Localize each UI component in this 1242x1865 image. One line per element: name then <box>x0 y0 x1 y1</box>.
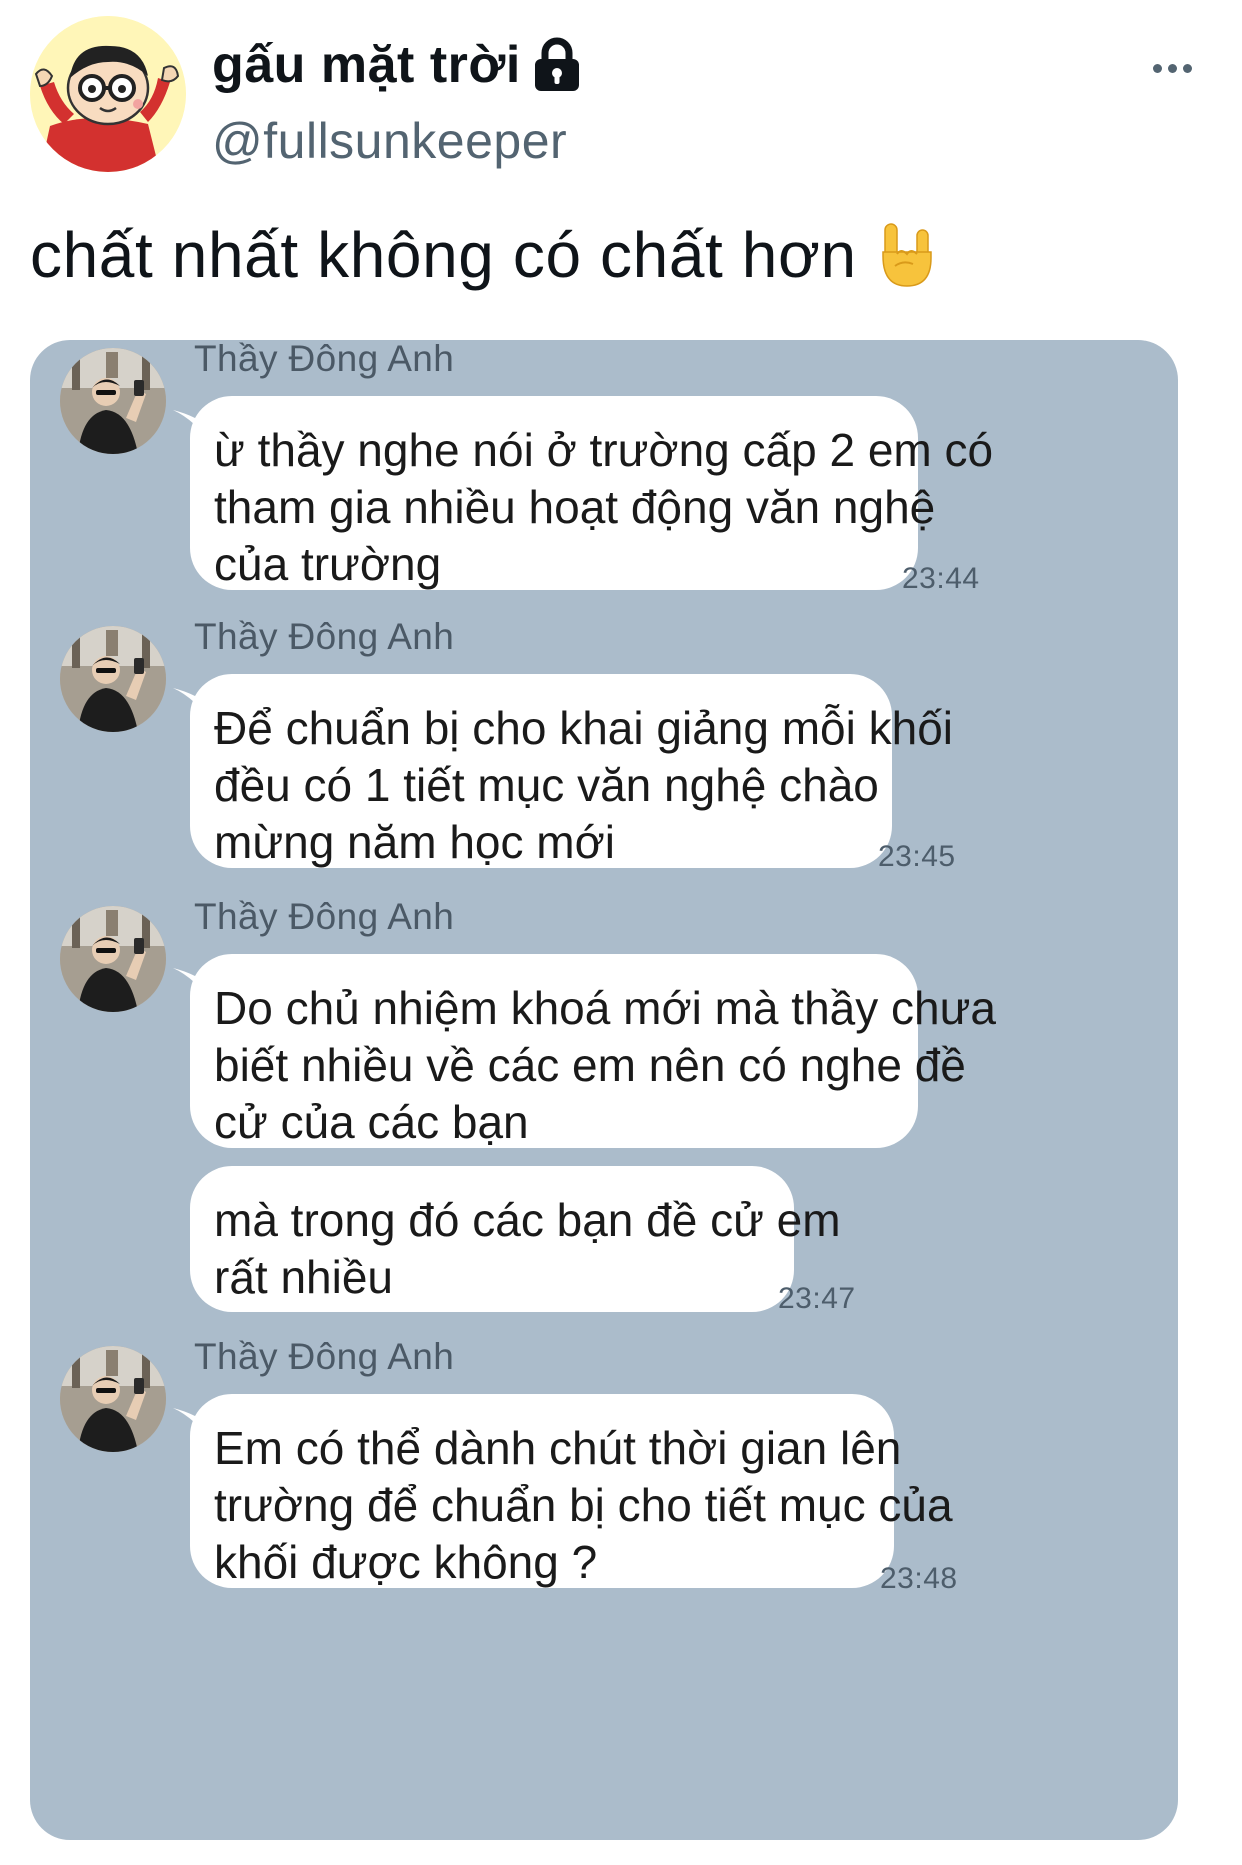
more-horizontal-icon <box>1182 63 1192 73</box>
display-name[interactable]: gấu mặt trời <box>212 35 521 95</box>
message-text-line: tham gia nhiều hoạt động văn nghệ <box>214 481 936 533</box>
message-bubble[interactable]: ừ thầy nghe nói ở trường cấp 2 em có tha… <box>190 396 994 590</box>
message-sender-name: Thầy Đông Anh <box>194 616 455 657</box>
message-bubble[interactable]: Để chuẩn bị cho khai giảng mỗi khối đều … <box>190 674 954 868</box>
message-timestamp: 23:48 <box>880 1562 958 1595</box>
message-timestamp: 23:47 <box>778 1282 856 1315</box>
person-photo-icon <box>60 906 166 1012</box>
message-text-line: Do chủ nhiệm khoá mới mà thầy chưa <box>214 982 996 1034</box>
person-photo-icon <box>60 348 166 454</box>
display-name-row: gấu mặt trời <box>212 32 583 98</box>
profile-avatar[interactable] <box>30 16 186 172</box>
sender-avatar[interactable] <box>60 348 166 454</box>
tweet-text: chất nhất không có chất hơn <box>30 219 857 291</box>
message-text-line: biết nhiều về các em nên có nghe đề <box>214 1039 966 1091</box>
message-sender-name: Thầy Đông Anh <box>194 340 455 379</box>
message-text-line: đều có 1 tiết mục văn nghệ chào <box>214 759 879 811</box>
tweet-text-row: chất nhất không có chất hơn <box>30 218 935 292</box>
message-text-line: Để chuẩn bị cho khai giảng mỗi khối <box>214 702 954 754</box>
more-options-button[interactable] <box>1142 48 1202 88</box>
message-text-line: khối được không ? <box>214 1536 598 1588</box>
lock-icon <box>531 37 583 93</box>
user-handle[interactable]: @fullsunkeeper <box>212 112 567 170</box>
sender-avatar[interactable] <box>60 906 166 1012</box>
message-text-line: trường để chuẩn bị cho tiết mục của <box>214 1479 953 1531</box>
sign-of-the-horns-emoji-icon <box>879 220 935 290</box>
message-text-line: rất nhiều <box>214 1251 394 1303</box>
message-text-line: ừ thầy nghe nói ở trường cấp 2 em có <box>214 424 994 476</box>
message-bubble[interactable]: Do chủ nhiệm khoá mới mà thầy chưa biết … <box>190 954 996 1148</box>
attached-chat-image[interactable]: Thầy Đông Anh ừ thầy nghe nói ở trường c… <box>30 340 1178 1840</box>
message-text-line: mừng năm học mới <box>214 816 615 868</box>
message-bubble[interactable]: mà trong đó các bạn đề cử em rất nhiều <box>190 1166 841 1312</box>
message-timestamp: 23:45 <box>878 840 956 873</box>
message-text-line: Em có thể dành chút thời gian lên <box>214 1422 902 1474</box>
message-sender-name: Thầy Đông Anh <box>194 896 455 937</box>
message-text-line: cử của các bạn <box>214 1096 529 1148</box>
person-photo-icon <box>60 626 166 732</box>
message-timestamp: 23:44 <box>902 562 980 595</box>
message-sender-name: Thầy Đông Anh <box>194 1336 455 1377</box>
more-horizontal-icon <box>1167 63 1177 73</box>
person-photo-icon <box>60 1346 166 1452</box>
message-text-line: mà trong đó các bạn đề cử em <box>214 1194 841 1246</box>
cartoon-avatar-icon <box>30 16 186 172</box>
sender-avatar[interactable] <box>60 1346 166 1452</box>
sender-avatar[interactable] <box>60 626 166 732</box>
message-bubble[interactable]: Em có thể dành chút thời gian lên trường… <box>190 1394 953 1588</box>
more-horizontal-icon <box>1152 63 1162 73</box>
message-text-line: của trường <box>214 538 442 590</box>
